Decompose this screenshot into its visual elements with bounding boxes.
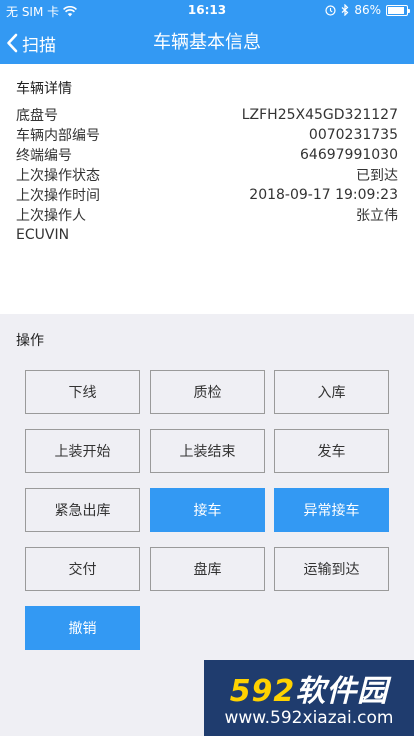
abnormal-receive-button[interactable]: 异常接车 xyxy=(274,488,389,532)
detail-row-terminal-id: 终端编号 64697991030 xyxy=(16,145,398,165)
quality-check-button[interactable]: 质检 xyxy=(150,370,265,414)
detail-value: LZFH25X45GD321127 xyxy=(241,107,398,123)
detail-label: 终端编号 xyxy=(16,148,72,164)
detail-row-ecuvin: ECUVIN xyxy=(16,225,398,245)
upfit-start-button[interactable]: 上装开始 xyxy=(25,429,140,473)
detail-value: 0070231735 xyxy=(308,127,398,143)
watermark-url: www.592xiazai.com xyxy=(224,708,394,728)
emergency-out-button[interactable]: 紧急出库 xyxy=(25,488,140,532)
detail-row-chassis: 底盘号 LZFH25X45GD321127 xyxy=(16,105,398,125)
page-title: 车辆基本信息 xyxy=(153,32,261,53)
site-watermark: 592软件园 www.592xiazai.com xyxy=(204,660,414,736)
offline-button[interactable]: 下线 xyxy=(25,370,140,414)
alarm-icon xyxy=(325,4,336,16)
detail-value: 已到达 xyxy=(356,168,398,184)
detail-row-last-time: 上次操作时间 2018-09-17 19:09:23 xyxy=(16,185,398,205)
inventory-button[interactable]: 盘库 xyxy=(150,547,265,591)
detail-value: 2018-09-17 19:09:23 xyxy=(249,187,398,203)
detail-label: 底盘号 xyxy=(16,108,58,124)
upfit-end-button[interactable]: 上装结束 xyxy=(150,429,265,473)
detail-label: 车辆内部编号 xyxy=(16,128,100,144)
warehouse-in-button[interactable]: 入库 xyxy=(274,370,389,414)
bluetooth-icon xyxy=(341,4,349,16)
vehicle-detail-card: 车辆详情 底盘号 LZFH25X45GD321127 车辆内部编号 007023… xyxy=(0,64,414,314)
detail-label: 上次操作时间 xyxy=(16,188,100,204)
battery-icon xyxy=(386,4,410,16)
detail-row-last-operator: 上次操作人 张立伟 xyxy=(16,205,398,225)
status-right: 86% xyxy=(325,3,410,17)
detail-label: ECUVIN xyxy=(16,227,70,243)
detail-value: 64697991030 xyxy=(300,147,398,163)
watermark-logo-text: 软件园 xyxy=(295,674,389,709)
receive-vehicle-button[interactable]: 接车 xyxy=(150,488,265,532)
detail-value: 张立伟 xyxy=(356,208,398,224)
detail-row-last-status: 上次操作状态 已到达 xyxy=(16,165,398,185)
navigation-bar: 扫描 车辆基本信息 xyxy=(0,22,414,64)
watermark-logo-number: 592 xyxy=(229,674,296,709)
dispatch-button[interactable]: 发车 xyxy=(274,429,389,473)
status-bar: 无 SIM 卡 16:13 86% xyxy=(0,0,414,22)
revoke-button[interactable]: 撤销 xyxy=(25,606,140,650)
deliver-button[interactable]: 交付 xyxy=(25,547,140,591)
detail-section-title: 车辆详情 xyxy=(16,81,72,97)
detail-row-internal-id: 车辆内部编号 0070231735 xyxy=(16,125,398,145)
detail-label: 上次操作状态 xyxy=(16,168,100,184)
watermark-logo: 592软件园 xyxy=(204,666,414,710)
battery-percent: 86% xyxy=(354,3,381,17)
transport-arrived-button[interactable]: 运输到达 xyxy=(274,547,389,591)
detail-label: 上次操作人 xyxy=(16,208,86,224)
operations-title: 操作 xyxy=(16,333,44,349)
